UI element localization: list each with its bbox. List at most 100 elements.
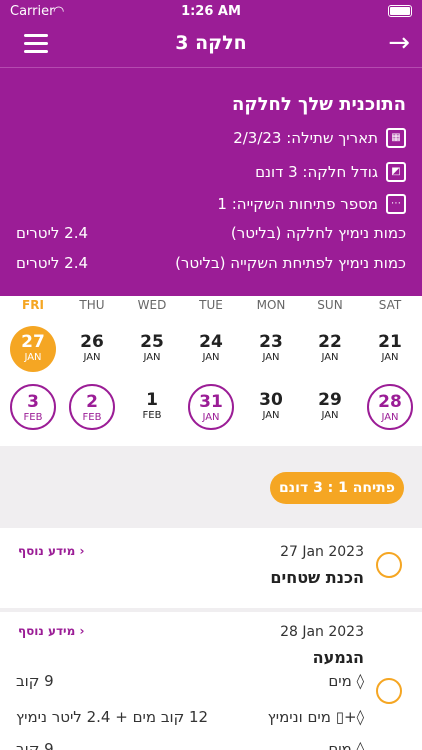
calendar-day-marked[interactable]: 31 JAN (188, 384, 234, 430)
opening-button[interactable]: פתיחה 1 : 3 דונם (270, 472, 404, 504)
task-title: הכנת שטחים (270, 568, 364, 587)
more-info-label: מידע נוסף (18, 624, 76, 638)
day-number: 2 (86, 392, 98, 412)
task-checkbox[interactable] (376, 552, 402, 578)
amount-plot-label: כמות נימיץ לחלקה (בליטר) (230, 224, 406, 242)
calendar-icon: ▦ (386, 128, 406, 148)
material-value: 9 קוב (16, 672, 54, 690)
calendar-day[interactable]: 30 JAN (248, 384, 294, 430)
material-line: ◊+▯ מים ונימיץ 12 קוב מים + 2.4 ליטר נימ… (16, 708, 364, 726)
dow-label: SAT (378, 298, 402, 312)
day-month: JAN (202, 352, 220, 363)
amount-opening-label: כמות נימיץ לפתיחת השקייה (בליטר) (175, 254, 406, 272)
plan-title: התוכנית שלך לחלקה (231, 94, 406, 115)
dow-label: MON (256, 298, 286, 312)
planting-date: תאריך שתילה: 2/3/23 (233, 129, 378, 147)
week-calendar: FRI THU WED TUE MON SUN SAT 27 JAN 26 JAN … (0, 296, 422, 446)
calendar-day-marked[interactable]: 28 JAN (367, 384, 413, 430)
planting-date-row: ▦ תאריך שתילה: 2/3/23 (233, 128, 406, 148)
calendar-day[interactable]: 25 JAN (129, 326, 175, 372)
calendar-day[interactable]: 29 JAN (307, 384, 353, 430)
day-month: JAN (321, 352, 339, 363)
day-number: 23 (259, 332, 283, 352)
day-month: JAN (24, 352, 42, 363)
water-plus-fertilizer-icon: ◊+▯ (330, 708, 364, 726)
status-time: 1:26 AM (181, 4, 241, 19)
irrigation-icon: ⋯ (386, 194, 406, 214)
calendar-day-marked[interactable]: 3 FEB (10, 384, 56, 430)
material-label: מים (328, 740, 352, 750)
dow-label: THU (79, 298, 105, 312)
day-number: 21 (378, 332, 402, 352)
material-label: מים (328, 672, 352, 690)
status-bar: Carrier ◠ 1:26 AM (0, 0, 422, 24)
day-month: JAN (143, 352, 161, 363)
calendar-day[interactable]: 24 JAN (188, 326, 234, 372)
more-info-label: מידע נוסף (18, 544, 76, 558)
openings-count: מספר פתיחות השקייה: 1 (217, 195, 378, 213)
day-number: 3 (27, 392, 39, 412)
dow-label: FRI (22, 298, 44, 312)
task-checkbox[interactable] (376, 678, 402, 704)
material-line: ◊ מים 9 קוב (16, 740, 364, 750)
calendar-day-selected[interactable]: 27 JAN (10, 326, 56, 372)
material-line: ◊ מים 9 קוב (16, 672, 364, 690)
more-info-link[interactable]: ‹ מידע נוסף (18, 544, 84, 558)
amount-opening-row: כמות נימיץ לפתיחת השקייה (בליטר) 2.4 ליט… (16, 254, 406, 272)
day-month: FEB (142, 410, 162, 421)
dow-label: TUE (199, 298, 223, 312)
day-number: 30 (259, 390, 283, 410)
battery-icon (388, 5, 412, 17)
amount-plot-value: 2.4 ליטרים (16, 224, 89, 242)
more-info-link[interactable]: ‹ מידע נוסף (18, 624, 84, 638)
day-number: 24 (199, 332, 223, 352)
calendar-day[interactable]: 1 FEB (129, 384, 175, 430)
day-number: 28 (378, 392, 402, 412)
day-month: JAN (262, 352, 280, 363)
task-date: 27 Jan 2023 (280, 544, 364, 560)
dow-label: SUN (317, 298, 343, 312)
material-value: 12 קוב מים + 2.4 ליטר נימיץ (16, 708, 209, 726)
task-card: 27 Jan 2023 ‹ מידע נוסף הכנת שטחים (0, 528, 422, 608)
water-drop-icon: ◊ (351, 740, 364, 750)
day-month: JAN (83, 352, 101, 363)
chevron-left-icon: ‹ (75, 544, 85, 558)
calendar-day[interactable]: 26 JAN (69, 326, 115, 372)
plot-size-icon: ◩ (386, 162, 406, 182)
openings-row: ⋯ מספר פתיחות השקייה: 1 (217, 194, 406, 214)
task-title: הגמעה (312, 648, 364, 667)
amount-plot-row: כמות נימיץ לחלקה (בליטר) 2.4 ליטרים (16, 224, 406, 242)
chevron-left-icon: ‹ (75, 624, 85, 638)
day-number: 25 (140, 332, 164, 352)
plot-size: גודל חלקה: 3 דונם (255, 163, 378, 181)
day-number: 27 (21, 332, 45, 352)
day-number: 22 (318, 332, 342, 352)
dow-label: WED (137, 298, 167, 312)
task-date: 28 Jan 2023 (280, 624, 364, 640)
day-number: 26 (80, 332, 104, 352)
day-month: FEB (82, 412, 102, 423)
calendar-day-marked[interactable]: 2 FEB (69, 384, 115, 430)
plan-summary: התוכנית שלך לחלקה ▦ תאריך שתילה: 2/3/23 … (0, 68, 422, 296)
plot-size-row: ◩ גודל חלקה: 3 דונם (255, 162, 406, 182)
day-number: 1 (146, 390, 158, 410)
nav-bar: חלקה 3 → (0, 24, 422, 68)
task-card: 28 Jan 2023 ‹ מידע נוסף הגמעה ◊ מים 9 קו… (0, 612, 422, 750)
day-month: FEB (23, 412, 43, 423)
water-drop-icon: ◊ (351, 672, 364, 690)
day-month: JAN (381, 412, 399, 423)
day-number: 31 (199, 392, 223, 412)
calendar-day[interactable]: 23 JAN (248, 326, 294, 372)
calendar-day[interactable]: 21 JAN (367, 326, 413, 372)
calendar-day[interactable]: 22 JAN (307, 326, 353, 372)
material-value: 9 קוב (16, 740, 54, 750)
day-month: JAN (321, 410, 339, 421)
day-month: JAN (381, 352, 399, 363)
day-month: JAN (262, 410, 280, 421)
day-number: 29 (318, 390, 342, 410)
back-arrow-icon[interactable]: → (388, 30, 410, 56)
day-month: JAN (202, 412, 220, 423)
amount-opening-value: 2.4 ליטרים (16, 254, 89, 272)
page-title: חלקה 3 (175, 32, 247, 54)
material-label: מים ונימיץ (267, 708, 331, 726)
